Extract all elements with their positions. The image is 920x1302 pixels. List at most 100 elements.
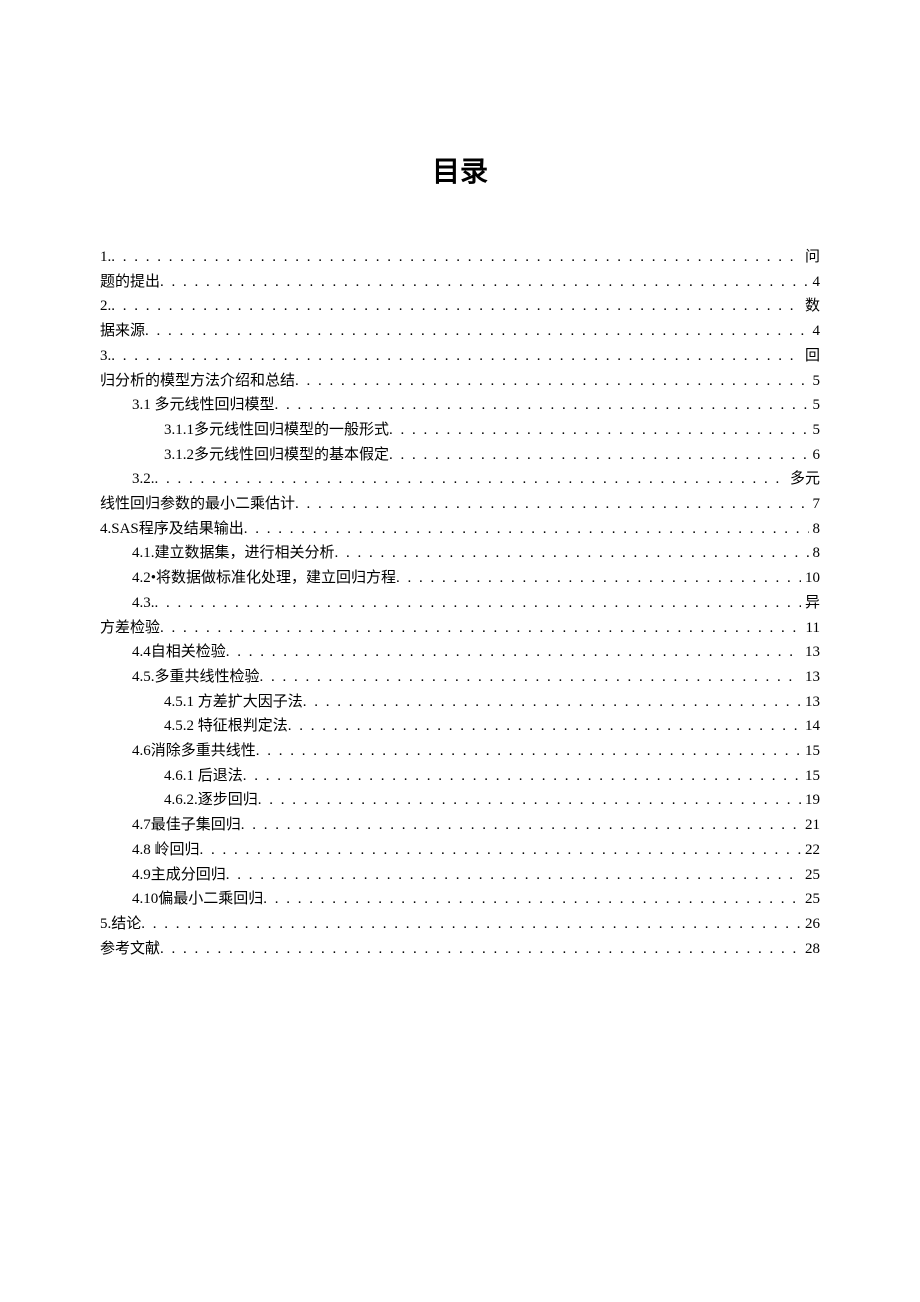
toc-entry-text: 4.SAS程序及结果输出 [100,517,244,542]
toc-entry-page: 22 [801,838,820,863]
toc-entry-page: 4 [809,270,821,295]
toc-leader-dots [260,665,801,690]
toc-entry: 4.10偏最小二乘回归 25 [100,887,820,912]
toc-leader-dots [111,344,801,369]
toc-entry-text: 4.9主成分回归 [132,863,226,888]
page-content: 目录 1.问题的提出42.数据来源43.回归分析的模型方法介绍和总结53.1 多… [0,0,920,961]
toc-leader-dots [160,937,801,962]
toc-entry-text: 3.1 多元线性回归模型 [132,393,275,418]
toc-entry: 4.2•将数据做标准化处理，建立回归方程 10 [100,566,820,591]
toc-entry: 4.6.1 后退法 15 [100,764,820,789]
toc-entry-text: 4.8 岭回归 [132,838,200,863]
toc-entry-text: 4.6.2.逐步回归 [164,788,258,813]
toc-entry: 3.1 多元线性回归模型 5 [100,393,820,418]
toc-entry-page: 25 [801,887,820,912]
toc-leader-dots [256,739,801,764]
toc-body: 1.问题的提出42.数据来源43.回归分析的模型方法介绍和总结53.1 多元线性… [100,245,820,961]
toc-entry: 4.3.异 [100,591,820,616]
toc-entry: 方差检验 11 [100,616,820,641]
toc-entry-page: 7 [809,492,821,517]
toc-entry: 3.2.多元 [100,467,820,492]
toc-entry-text: 线性回归参数的最小二乘估计 [100,492,295,517]
toc-entry-page: 14 [801,714,820,739]
toc-entry-text: 5.结论 [100,912,141,937]
toc-entry-text: 4.4自相关检验 [132,640,226,665]
toc-entry-text: 3.1.1多元线性回归模型的一般形式 [164,418,389,443]
toc-entry-text: 据来源 [100,319,145,344]
toc-leader-dots [396,566,801,591]
toc-entry: 4.1.建立数据集，进行相关分析8 [100,541,820,566]
toc-leader-dots [155,591,801,616]
toc-entry-text: 4.2•将数据做标准化处理，建立回归方程 [132,566,396,591]
toc-entry: 3.1.2多元线性回归模型的基本假定6 [100,443,820,468]
toc-entry: 4.5.1 方差扩大因子法 13 [100,690,820,715]
toc-entry: 4.6.2.逐步回归 19 [100,788,820,813]
toc-leader-dots [243,764,801,789]
toc-leader-dots [295,369,808,394]
toc-entry: 4.6消除多重共线性 15 [100,739,820,764]
toc-leader-dots [244,517,809,542]
toc-entry: 5.结论 26 [100,912,820,937]
toc-entry: 4.SAS程序及结果输出8 [100,517,820,542]
toc-entry-text: 4.5.1 方差扩大因子法 [164,690,303,715]
toc-leader-dots [145,319,808,344]
toc-leader-dots [303,690,801,715]
toc-entry-page: 异 [801,591,820,616]
toc-entry-text: 4.10偏最小二乘回归 [132,887,263,912]
toc-entry: 据来源 4 [100,319,820,344]
toc-entry-page: 8 [809,541,821,566]
toc-entry-page: 19 [801,788,820,813]
toc-entry-page: 13 [801,665,820,690]
toc-entry: 参考文献 28 [100,937,820,962]
toc-leader-dots [226,863,801,888]
toc-entry-page: 5 [809,418,821,443]
toc-entry-text: 归分析的模型方法介绍和总结 [100,369,295,394]
toc-entry-text: 1. [100,245,111,270]
toc-entry-page: 问 [801,245,820,270]
toc-entry: 4.4自相关检验 13 [100,640,820,665]
toc-entry-text: 方差检验 [100,616,160,641]
toc-entry-page: 15 [801,764,820,789]
toc-leader-dots [258,788,801,813]
toc-entry-text: 2. [100,294,111,319]
toc-entry-page: 21 [801,813,820,838]
toc-entry-page: 28 [801,937,820,962]
toc-entry-page: 15 [801,739,820,764]
toc-leader-dots [226,640,801,665]
toc-entry: 4.8 岭回归 22 [100,838,820,863]
toc-leader-dots [111,245,801,270]
toc-entry-page: 5 [809,393,821,418]
toc-entry-page: 13 [801,690,820,715]
toc-entry-text: 参考文献 [100,937,160,962]
toc-leader-dots [389,443,808,468]
toc-entry-page: 6 [809,443,821,468]
toc-entry: 3. 回 [100,344,820,369]
toc-entry: 1. 问 [100,245,820,270]
toc-entry: 3.1.1多元线性回归模型的一般形式 5 [100,418,820,443]
toc-entry-text: 4.6消除多重共线性 [132,739,256,764]
toc-entry-text: 题的提出 [100,270,160,295]
toc-title: 目录 [100,150,820,190]
toc-leader-dots [389,418,808,443]
toc-leader-dots [241,813,801,838]
toc-entry-text: 3. [100,344,111,369]
toc-entry: 4.5.多重共线性检验13 [100,665,820,690]
toc-entry-page: 回 [801,344,820,369]
toc-entry: 归分析的模型方法介绍和总结5 [100,369,820,394]
toc-entry-page: 10 [801,566,820,591]
toc-entry-text: 4.6.1 后退法 [164,764,243,789]
toc-entry-page: 13 [801,640,820,665]
toc-entry-page: 26 [801,912,820,937]
toc-entry-page: 4 [809,319,821,344]
toc-leader-dots [288,714,801,739]
toc-leader-dots [275,393,809,418]
toc-leader-dots [263,887,801,912]
toc-entry-page: 数 [801,294,820,319]
toc-entry-text: 4.5.2 特征根判定法 [164,714,288,739]
toc-entry-page: 11 [802,616,820,641]
toc-entry: 4.7最佳子集回归21 [100,813,820,838]
toc-entry: 4.9主成分回归 25 [100,863,820,888]
toc-leader-dots [160,616,802,641]
toc-leader-dots [155,467,786,492]
toc-entry-page: 25 [801,863,820,888]
